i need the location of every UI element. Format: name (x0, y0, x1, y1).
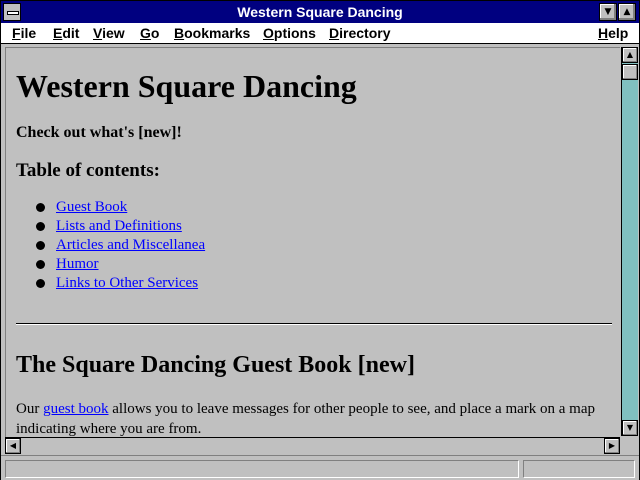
scroll-down-button[interactable]: ▼ (622, 420, 638, 436)
window-title: Western Square Dancing (237, 4, 403, 20)
menu-bookmarks[interactable]: Bookmarks (174, 24, 250, 42)
toc-item: Humor (36, 255, 612, 274)
toc-item: Articles and Miscellanea (36, 236, 612, 255)
toc-link-guest-book[interactable]: Guest Book (56, 199, 127, 215)
progress-area (523, 460, 635, 478)
status-bar (1, 455, 639, 480)
menu-help[interactable]: Help (598, 24, 628, 42)
menu-options[interactable]: Options (263, 24, 316, 42)
toc-link-lists[interactable]: Lists and Definitions (56, 218, 182, 234)
arrow-left-icon: ◀ (9, 441, 17, 450)
horizontal-scrollbar[interactable]: ◀ ▶ (5, 437, 620, 454)
document-view[interactable]: Western Square Dancing Check out what's … (5, 47, 620, 437)
document-body: Western Square Dancing Check out what's … (16, 48, 612, 437)
scroll-up-button[interactable]: ▲ (622, 47, 638, 63)
guest-book-paragraph: Our guest book allows you to leave messa… (16, 399, 612, 437)
section-heading: The Square Dancing Guest Book [new] (16, 352, 415, 378)
arrow-down-icon: ▼ (626, 423, 634, 432)
scroll-left-button[interactable]: ◀ (5, 438, 21, 454)
page-title: Western Square Dancing (16, 68, 357, 104)
section-divider (16, 323, 612, 325)
vertical-scroll-thumb[interactable] (622, 64, 638, 80)
toc-heading: Table of contents: (16, 160, 160, 181)
para-prefix: Our (16, 401, 44, 417)
new-notice: Check out what's [new]! (16, 124, 182, 141)
triangle-down-icon: ▼ (604, 7, 612, 17)
guest-book-link[interactable]: guest book (43, 401, 108, 417)
toc-link-articles[interactable]: Articles and Miscellanea (56, 237, 205, 253)
toc-list: Guest Book Lists and Definitions Article… (16, 198, 612, 293)
arrow-right-icon: ▶ (608, 441, 616, 450)
arrow-up-icon: ▲ (626, 50, 634, 59)
maximize-button[interactable]: ▲ (618, 3, 636, 21)
menu-view[interactable]: View (93, 24, 125, 42)
menu-directory[interactable]: Directory (329, 24, 390, 42)
status-message-area (5, 460, 519, 478)
toc-item: Guest Book (36, 198, 612, 217)
triangle-up-icon: ▲ (623, 7, 631, 17)
toc-item: Lists and Definitions (36, 217, 612, 236)
browser-window: Western Square Dancing ▼ ▲ File Edit Vie… (0, 0, 640, 480)
menu-go[interactable]: Go (140, 24, 159, 42)
toc-link-links[interactable]: Links to Other Services (56, 275, 198, 291)
menu-file[interactable]: File (12, 24, 36, 42)
menu-edit[interactable]: Edit (53, 24, 79, 42)
menu-bar: File Edit View Go Bookmarks Options Dire… (1, 23, 639, 44)
vertical-scrollbar[interactable]: ▲ ▼ (621, 47, 638, 436)
minimize-button[interactable]: ▼ (599, 3, 617, 21)
toc-item: Links to Other Services (36, 274, 612, 293)
title-bar[interactable]: Western Square Dancing ▼ ▲ (1, 1, 639, 23)
toc-link-humor[interactable]: Humor (56, 256, 99, 272)
scroll-right-button[interactable]: ▶ (604, 438, 620, 454)
